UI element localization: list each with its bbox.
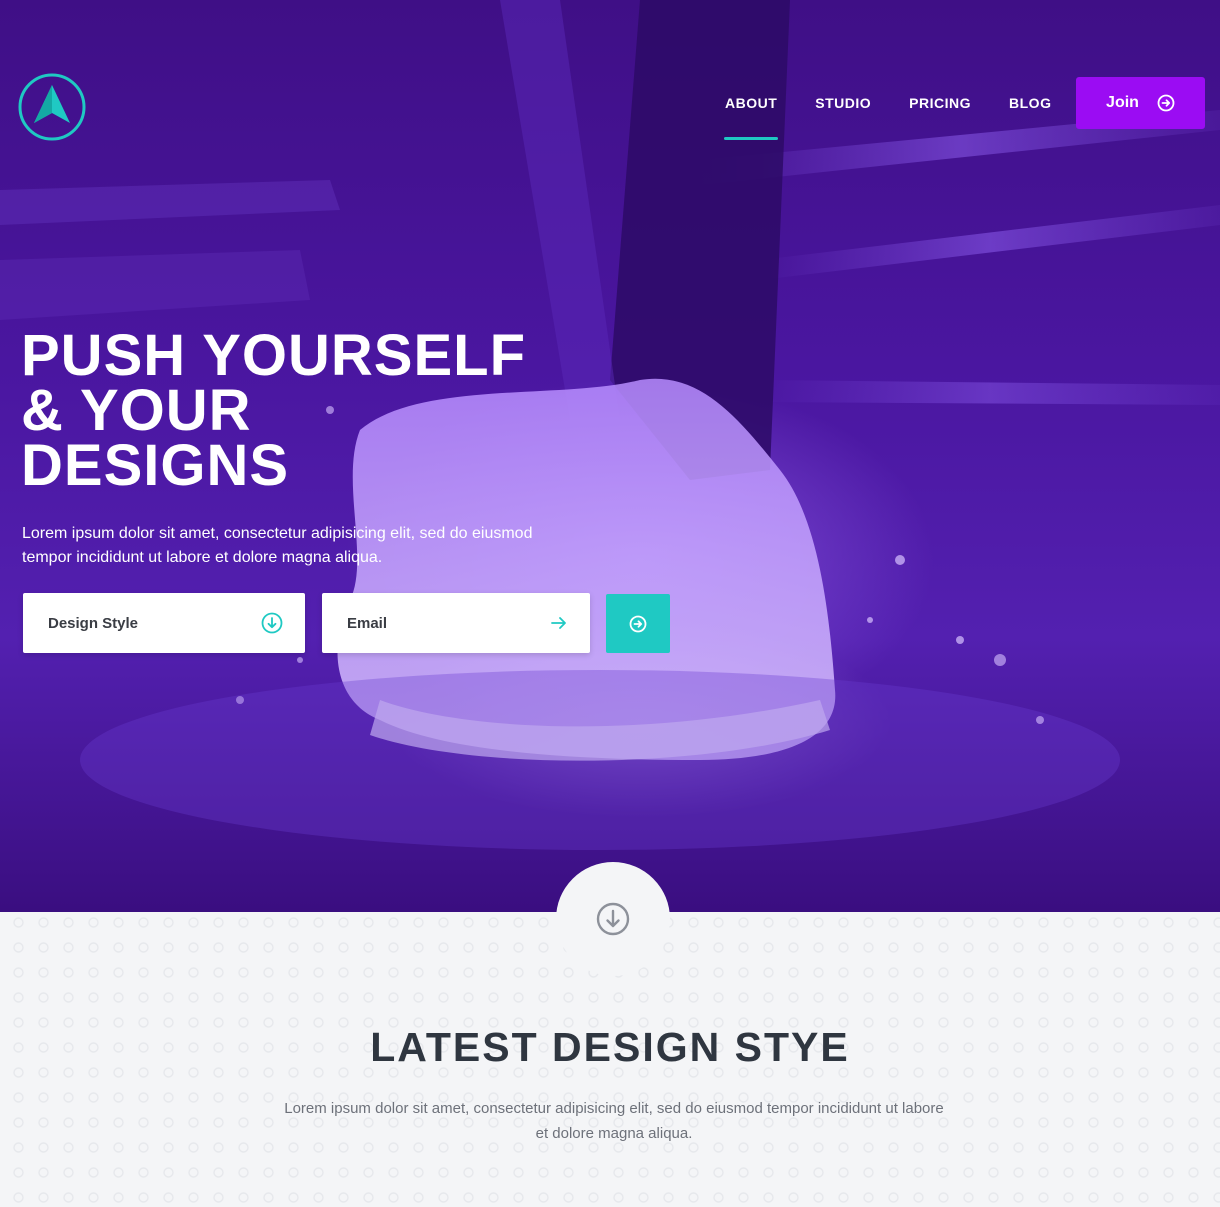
- arrow-circle-down-icon: [596, 902, 630, 936]
- main-nav: ABOUT STUDIO PRICING BLOG: [706, 77, 1070, 140]
- arrow-right-icon: [551, 617, 566, 629]
- hero-title-line: DESIGNS: [21, 433, 290, 498]
- email-field[interactable]: Email: [322, 593, 590, 653]
- arrow-circle-right-icon: [629, 615, 647, 632]
- hero-title-line: & YOUR: [21, 378, 252, 443]
- arrow-circle-right-icon: [1157, 94, 1175, 112]
- design-style-label: Design Style: [48, 614, 139, 632]
- arrow-circle-down-icon: [261, 612, 283, 634]
- nav-item-pricing[interactable]: PRICING: [890, 77, 990, 129]
- join-button[interactable]: Join: [1076, 77, 1205, 129]
- section-title: LATEST DESIGN STYE: [370, 1024, 850, 1070]
- nav-item-studio[interactable]: STUDIO: [796, 77, 890, 129]
- nav-item-blog[interactable]: BLOG: [990, 77, 1070, 129]
- section-subtitle: Lorem ipsum dolor sit amet, consectetur …: [284, 1100, 944, 1142]
- submit-button[interactable]: [606, 594, 670, 653]
- design-style-select[interactable]: Design Style: [23, 593, 305, 653]
- nav-item-about[interactable]: ABOUT: [706, 77, 796, 140]
- hero-title-line: PUSH YOURSELF: [21, 323, 527, 388]
- hero-subtitle: Lorem ipsum dolor sit amet, consectetur …: [22, 525, 533, 566]
- email-label: Email: [347, 614, 388, 632]
- join-button-label: Join: [1106, 94, 1139, 111]
- hero-title: PUSH YOURSELF & YOUR DESIGNS: [21, 323, 527, 498]
- hero-section: ABOUT STUDIO PRICING BLOG Join PUSH YOUR…: [0, 0, 1220, 912]
- scroll-down-button[interactable]: [556, 862, 670, 976]
- logo-icon[interactable]: [18, 73, 86, 141]
